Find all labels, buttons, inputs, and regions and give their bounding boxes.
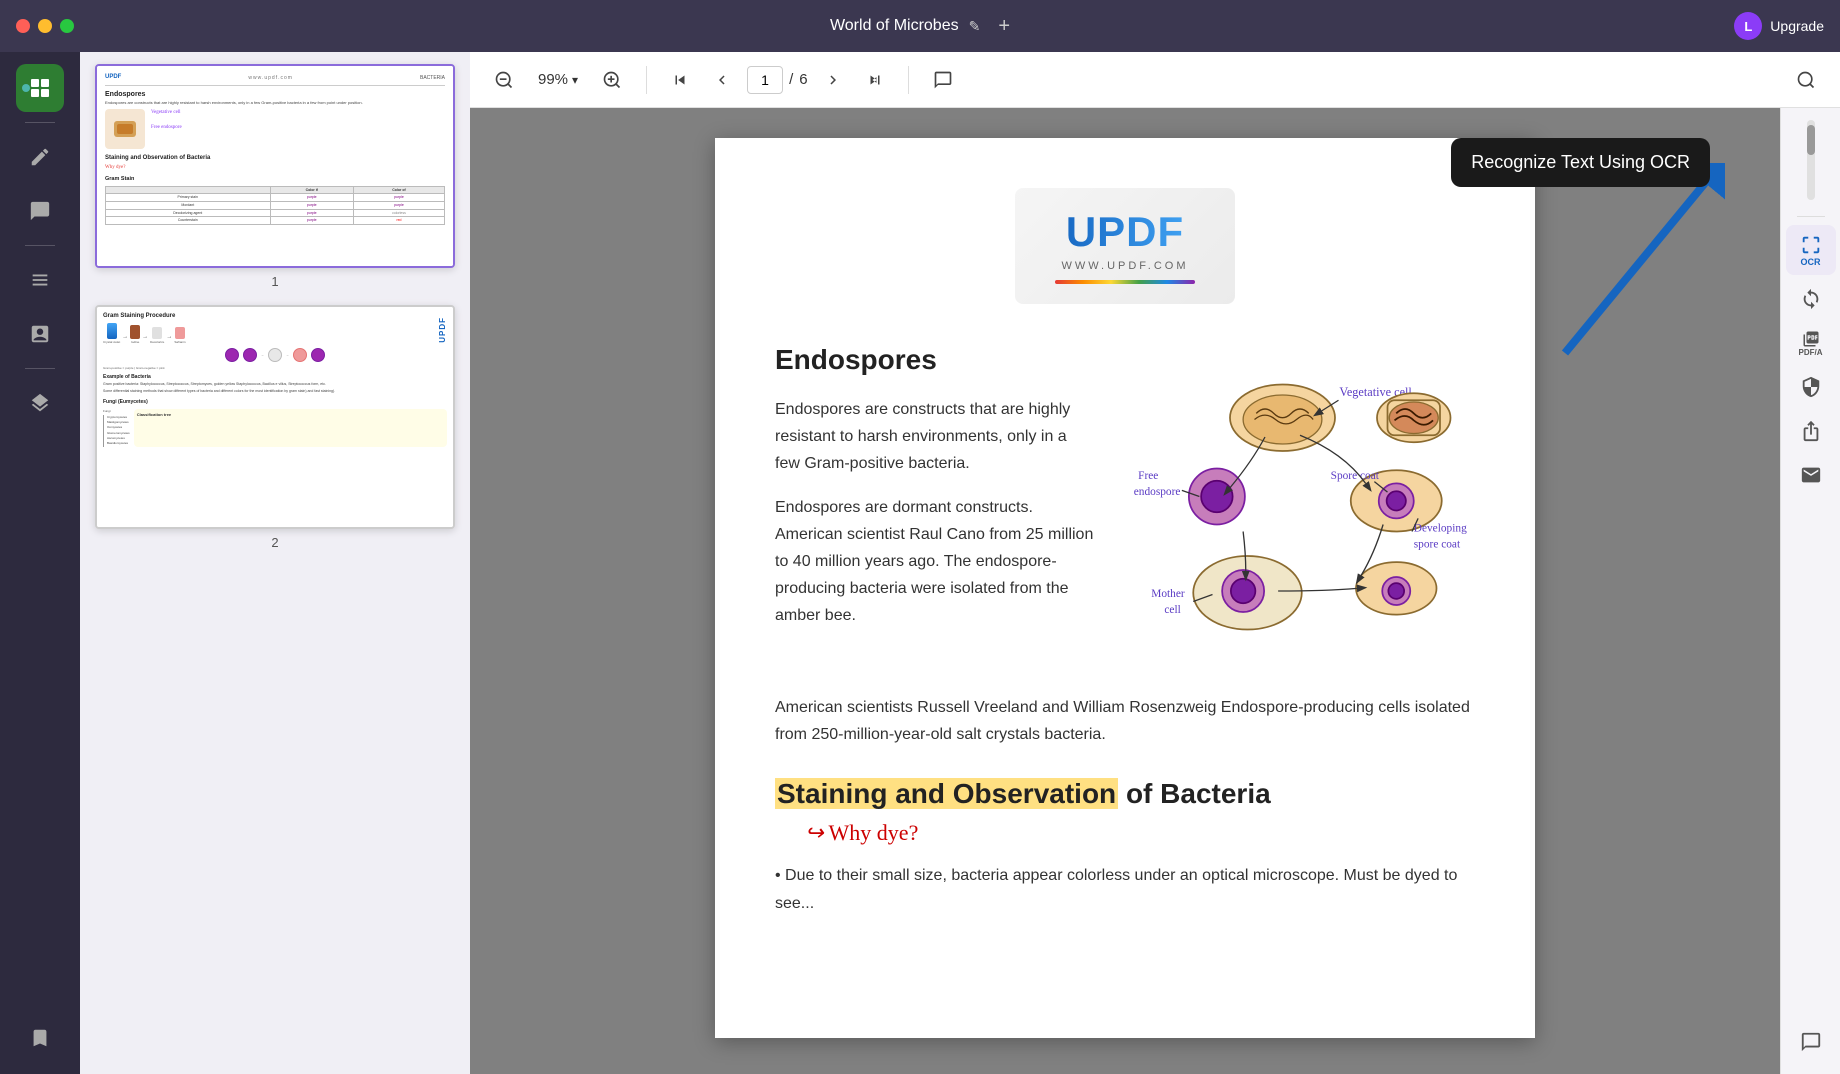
title-rest: of Bacteria bbox=[1118, 778, 1271, 809]
zoom-display[interactable]: 99% ▾ bbox=[530, 67, 586, 92]
thumbnail-page-2[interactable]: UPDF Gram Staining Procedure Crystal vio… bbox=[95, 305, 455, 529]
sidebar-divider-2 bbox=[25, 245, 55, 246]
sidebar-item-bookmark[interactable] bbox=[16, 1014, 64, 1062]
thumbnail-panel: UPDF www.updf.com BACTERIA Endospores En… bbox=[80, 52, 470, 1074]
toolbar-extra bbox=[909, 64, 977, 96]
right-sidebar: OCR PDF/A bbox=[1780, 108, 1840, 1074]
thumb-page-num-2: 2 bbox=[271, 535, 278, 550]
protect-icon[interactable] bbox=[1791, 367, 1831, 407]
main-content-area: Endospores Endospores are constructs tha… bbox=[775, 344, 1475, 684]
sidebar-item-comment[interactable] bbox=[16, 187, 64, 235]
first-page-button[interactable] bbox=[663, 65, 697, 95]
thumb-page-num-1: 1 bbox=[271, 274, 278, 289]
sidebar-item-forms[interactable] bbox=[16, 310, 64, 358]
svg-text:endospore: endospore bbox=[1134, 486, 1181, 498]
pdf-area: Recognize Text Using OCR UPDF bbox=[470, 108, 1780, 1074]
right-sidebar-divider bbox=[1797, 216, 1825, 217]
text-column: Endospores Endospores are constructs tha… bbox=[775, 344, 1095, 684]
page-nav: / 6 bbox=[747, 66, 808, 94]
thumbnail-wrapper-1: UPDF www.updf.com BACTERIA Endospores En… bbox=[95, 64, 455, 289]
sidebar-item-annotate[interactable] bbox=[16, 133, 64, 181]
svg-text:spore coat: spore coat bbox=[1414, 538, 1461, 550]
upgrade-button[interactable]: L Upgrade bbox=[1734, 12, 1824, 40]
ocr-tooltip: Recognize Text Using OCR bbox=[1451, 138, 1710, 187]
updf-logo-text: UPDF bbox=[1055, 208, 1195, 256]
mail-icon[interactable] bbox=[1791, 455, 1831, 495]
prev-page-button[interactable] bbox=[705, 65, 739, 95]
diagram-column: Vegetative cell bbox=[1125, 344, 1475, 684]
updf-url: WWW.UPDF.COM bbox=[1055, 260, 1195, 272]
updf-logo-box: UPDF WWW.UPDF.COM bbox=[1015, 188, 1235, 304]
zoom-in-button[interactable] bbox=[594, 64, 630, 96]
svg-text:Developing: Developing bbox=[1414, 523, 1467, 535]
thumb-inner-1: UPDF www.updf.com BACTERIA Endospores En… bbox=[97, 66, 453, 266]
svg-text:Spore coat: Spore coat bbox=[1331, 470, 1380, 482]
page-total: 6 bbox=[799, 71, 807, 88]
edit-title-icon[interactable]: ✎ bbox=[969, 18, 981, 35]
svg-text:Free: Free bbox=[1138, 470, 1158, 482]
updf-logo-area: UPDF WWW.UPDF.COM bbox=[775, 188, 1475, 304]
para2: Endospores are dormant constructs. Ameri… bbox=[775, 494, 1095, 630]
page-number-input[interactable] bbox=[747, 66, 783, 94]
zoom-out-button[interactable] bbox=[486, 64, 522, 96]
ocr-icon[interactable]: OCR bbox=[1786, 225, 1836, 275]
left-sidebar bbox=[0, 52, 80, 1074]
title-center: World of Microbes ✎ + bbox=[830, 15, 1010, 38]
share-icon[interactable] bbox=[1791, 411, 1831, 451]
sidebar-item-organize[interactable] bbox=[16, 256, 64, 304]
upgrade-label: Upgrade bbox=[1770, 18, 1824, 34]
main-area: UPDF www.updf.com BACTERIA Endospores En… bbox=[0, 52, 1840, 1074]
convert-icon[interactable] bbox=[1791, 279, 1831, 319]
staining-title-area: Staining and Observation of Bacteria bbox=[775, 778, 1475, 810]
updf-rainbow bbox=[1055, 280, 1195, 284]
pdf-a-icon[interactable]: PDF/A bbox=[1791, 323, 1831, 363]
why-dye-label: Why dye? bbox=[829, 820, 919, 845]
pdf-a-label: PDF/A bbox=[1799, 348, 1823, 357]
thumb-inner-2: UPDF Gram Staining Procedure Crystal vio… bbox=[97, 307, 453, 527]
svg-text:cell: cell bbox=[1164, 604, 1180, 616]
thumbnail-page-1[interactable]: UPDF www.updf.com BACTERIA Endospores En… bbox=[95, 64, 455, 268]
document-title: World of Microbes bbox=[830, 17, 959, 35]
why-dye-text: ↪ Why dye? bbox=[805, 820, 1475, 846]
minimize-button[interactable] bbox=[38, 19, 52, 33]
search-button[interactable] bbox=[1788, 64, 1824, 96]
zoom-dropdown-icon: ▾ bbox=[572, 73, 578, 87]
toolbar: 99% ▾ / 6 bbox=[470, 52, 1840, 108]
next-page-button[interactable] bbox=[816, 65, 850, 95]
chat-bottom-icon[interactable] bbox=[1791, 1022, 1831, 1062]
para1: Endospores are constructs that are highl… bbox=[775, 396, 1095, 478]
titlebar: World of Microbes ✎ + L Upgrade bbox=[0, 0, 1840, 52]
bullet1: • Due to their small size, bacteria appe… bbox=[775, 862, 1475, 916]
new-tab-button[interactable]: + bbox=[998, 15, 1010, 38]
ocr-tooltip-text: Recognize Text Using OCR bbox=[1471, 152, 1690, 172]
comment-button[interactable] bbox=[925, 64, 961, 96]
avatar: L bbox=[1734, 12, 1762, 40]
sidebar-item-thumbnail[interactable] bbox=[16, 64, 64, 112]
last-page-button[interactable] bbox=[858, 65, 892, 95]
page-separator: / bbox=[789, 71, 793, 88]
ocr-label: OCR bbox=[1801, 257, 1821, 267]
zoom-level: 99% bbox=[538, 71, 568, 88]
zoom-controls: 99% ▾ bbox=[470, 64, 646, 96]
window-controls bbox=[16, 19, 74, 33]
sidebar-dot bbox=[22, 84, 30, 92]
svg-text:Mother: Mother bbox=[1151, 588, 1185, 600]
page-navigation: / 6 bbox=[647, 65, 908, 95]
pdf-page: UPDF WWW.UPDF.COM Endospores Endospores … bbox=[715, 138, 1535, 1038]
sidebar-divider-1 bbox=[25, 122, 55, 123]
close-button[interactable] bbox=[16, 19, 30, 33]
section1-title: Endospores bbox=[775, 344, 1095, 376]
para3: American scientists Russell Vreeland and… bbox=[775, 694, 1475, 748]
thumbnail-wrapper-2: UPDF Gram Staining Procedure Crystal vio… bbox=[95, 305, 455, 550]
section2-title: Staining and Observation of Bacteria bbox=[775, 778, 1475, 810]
title-highlighted: Staining and Observation bbox=[775, 778, 1118, 809]
sidebar-divider-3 bbox=[25, 368, 55, 369]
bullet1-text: Due to their small size, bacteria appear… bbox=[775, 867, 1457, 911]
maximize-button[interactable] bbox=[60, 19, 74, 33]
sidebar-item-layers[interactable] bbox=[16, 379, 64, 427]
